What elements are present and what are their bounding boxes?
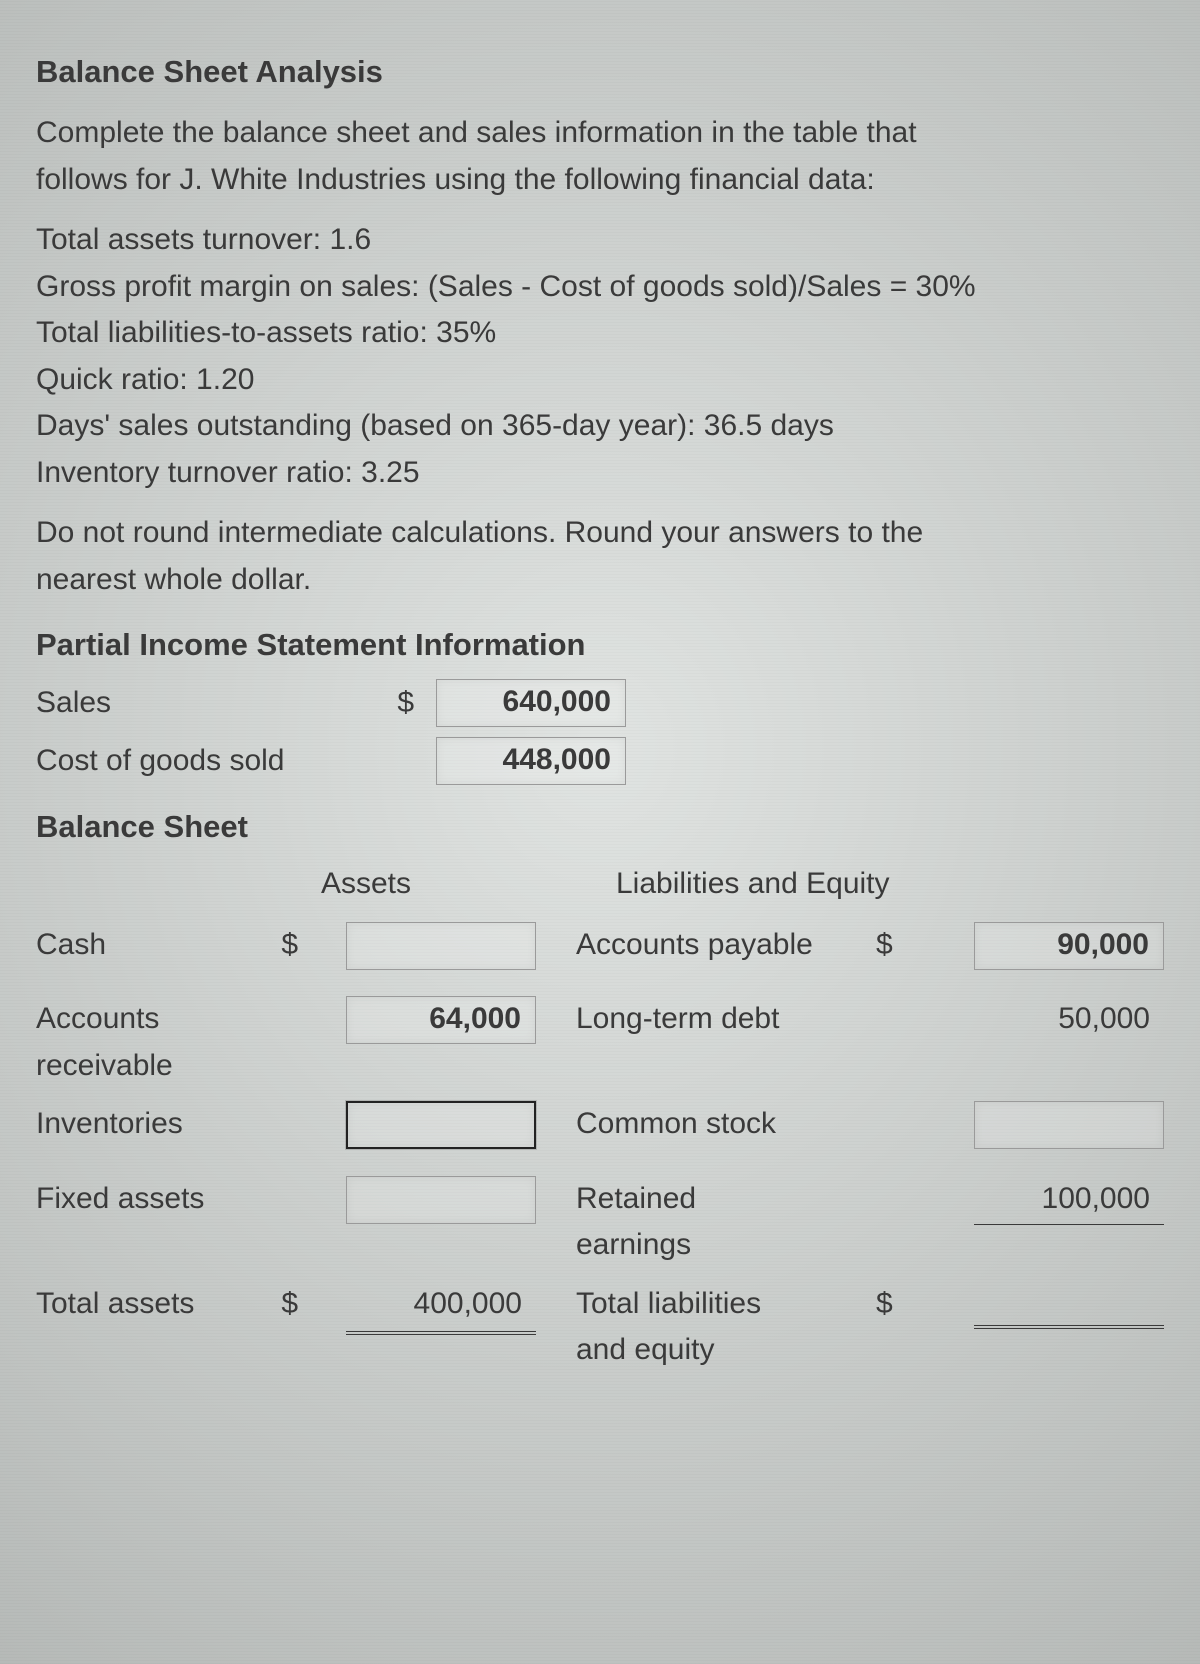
liabilities-equity-header: Liabilities and Equity: [576, 861, 1164, 908]
data-line-6: Inventory turnover ratio: 3.25: [36, 456, 420, 489]
inventories-label: Inventories: [36, 1101, 256, 1148]
rounding-note: Do not round intermediate calculations. …: [36, 510, 1164, 603]
dollar-sign: $: [876, 922, 906, 969]
accounts-payable-label: Accounts payable: [576, 922, 876, 969]
intro-line-2: follows for J. White Industries using th…: [36, 163, 875, 196]
income-statement-heading: Partial Income Statement Information: [36, 621, 1164, 669]
accounts-payable-input[interactable]: 90,000: [974, 922, 1164, 970]
common-stock-input[interactable]: [974, 1101, 1164, 1149]
sales-input[interactable]: 640,000: [436, 679, 626, 727]
retained-earnings-label: Retainedearnings: [576, 1176, 876, 1269]
accounts-receivable-input[interactable]: 64,000: [346, 996, 536, 1044]
assets-header: Assets: [36, 861, 576, 908]
dollar-sign: $: [876, 1281, 906, 1328]
data-line-1: Total assets turnover: 1.6: [36, 223, 371, 256]
data-line-3: Total liabilities-to-assets ratio: 35%: [36, 316, 496, 349]
dollar-sign: $: [376, 680, 436, 727]
page-title: Balance Sheet Analysis: [36, 48, 1164, 96]
note-line-1: Do not round intermediate calculations. …: [36, 516, 923, 549]
cash-label: Cash: [36, 922, 256, 969]
fixed-assets-label: Fixed assets: [36, 1176, 256, 1223]
sales-label: Sales: [36, 680, 376, 727]
data-line-5: Days' sales outstanding (based on 365-da…: [36, 409, 834, 442]
inventories-input[interactable]: [346, 1101, 536, 1149]
data-line-4: Quick ratio: 1.20: [36, 363, 254, 396]
long-term-debt-label: Long-term debt: [576, 996, 876, 1043]
data-line-2: Gross profit margin on sales: (Sales - C…: [36, 270, 976, 303]
cogs-input[interactable]: 448,000: [436, 737, 626, 785]
cash-input[interactable]: [346, 922, 536, 970]
total-liabilities-equity-label: Total liabilitiesand equity: [576, 1281, 876, 1374]
balance-sheet-column-headers: Assets Liabilities and Equity: [36, 861, 1164, 908]
common-stock-label: Common stock: [576, 1101, 876, 1148]
total-liabilities-equity-input[interactable]: [974, 1281, 1164, 1329]
note-line-2: nearest whole dollar.: [36, 563, 311, 596]
fixed-assets-input[interactable]: [346, 1176, 536, 1224]
accounts-receivable-label: Accountsreceivable: [36, 996, 256, 1089]
sales-row: Sales $ 640,000: [36, 679, 1164, 727]
cogs-label: Cost of goods sold: [36, 738, 376, 785]
dollar-sign: $: [256, 1281, 306, 1328]
cogs-row: Cost of goods sold 448,000: [36, 737, 1164, 785]
retained-earnings-value: 100,000: [974, 1176, 1164, 1226]
financial-data-block: Total assets turnover: 1.6 Gross profit …: [36, 217, 1164, 496]
long-term-debt-value: 50,000: [974, 996, 1164, 1043]
balance-sheet-heading: Balance Sheet: [36, 803, 1164, 851]
total-assets-label: Total assets: [36, 1281, 256, 1328]
total-assets-value: 400,000: [346, 1281, 536, 1336]
dollar-sign: $: [256, 922, 306, 969]
intro-paragraph: Complete the balance sheet and sales inf…: [36, 110, 1164, 203]
intro-line-1: Complete the balance sheet and sales inf…: [36, 116, 917, 149]
